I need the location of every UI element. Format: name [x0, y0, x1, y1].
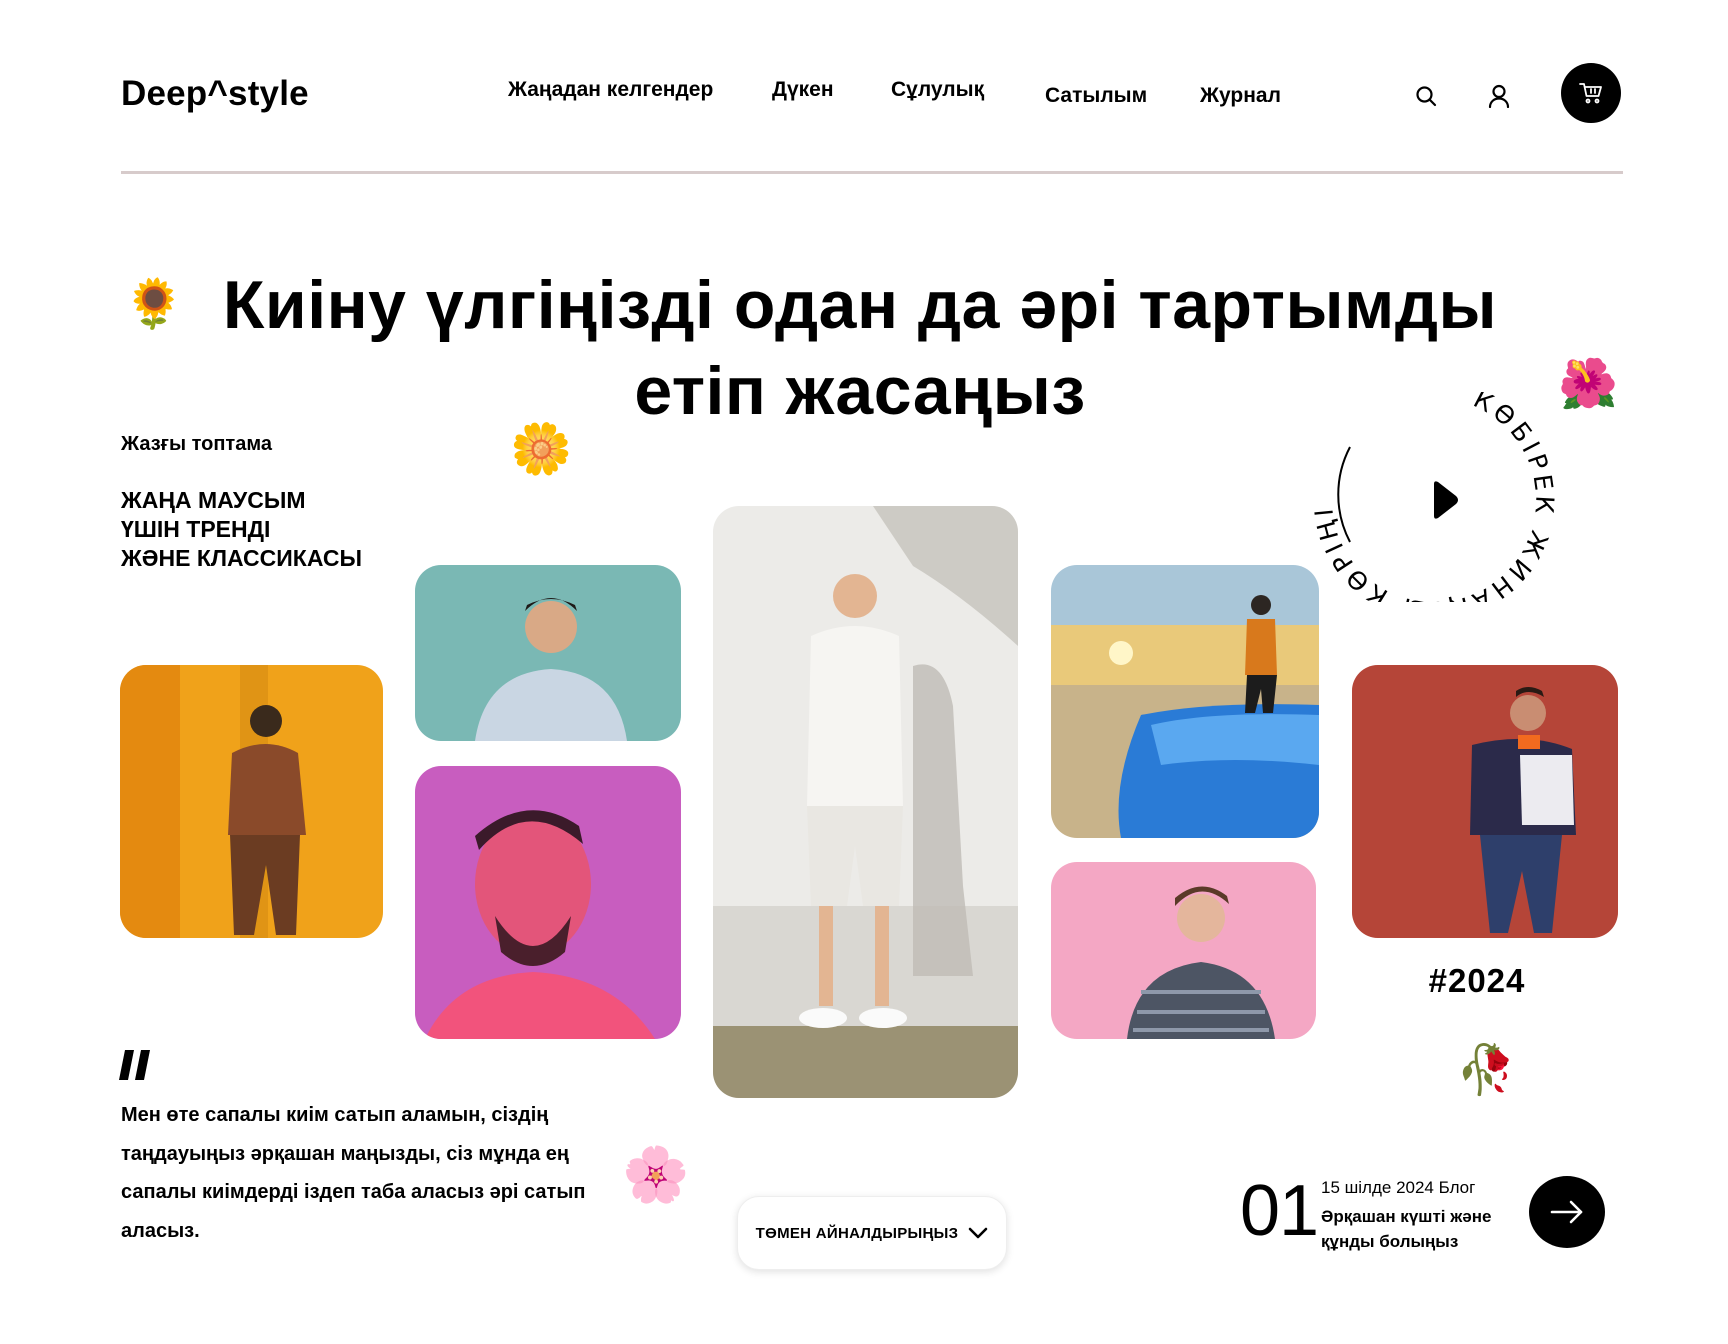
hibiscus-icon: 🌺: [1558, 356, 1618, 412]
headline-line-2: етіп жасаңыз: [634, 353, 1086, 429]
cart-button[interactable]: [1561, 63, 1621, 123]
play-icon[interactable]: [1434, 481, 1458, 519]
sunflower-icon: 🌻: [124, 276, 184, 332]
search-icon[interactable]: [1410, 80, 1442, 112]
blog-next-button[interactable]: [1529, 1176, 1605, 1248]
chevron-down-icon: [969, 1227, 988, 1239]
blog-date: 15 шілде 2024 Блог: [1321, 1178, 1476, 1197]
cherry-blossom-icon: 🌸: [622, 1143, 690, 1206]
year-hashtag: #2024: [1428, 962, 1526, 999]
photo-yellow-wall: [120, 665, 383, 938]
scroll-down-button[interactable]: ТӨМЕН АЙНАЛДЫРЫҢЫЗ: [737, 1196, 1007, 1270]
season-text: ЖАҢА МАУСЫМ ҮШІН ТРЕНДІ ЖӘНЕ КЛАССИКАСЫ: [121, 486, 461, 573]
blog-number: 01: [1240, 1171, 1319, 1251]
photo-center-white-wall: [713, 506, 1018, 1098]
scroll-down-label: ТӨМЕН АЙНАЛДЫРЫҢЫЗ: [755, 1224, 959, 1242]
header-divider: [121, 171, 1623, 174]
nav-shop[interactable]: Дүкен: [772, 78, 834, 102]
photo-pink-wall: [1051, 862, 1316, 1039]
nav-beauty[interactable]: Сұлулық: [891, 78, 984, 102]
quote-text: Мен өте сапалы киім сатып аламын, сіздің…: [121, 1104, 586, 1242]
quote-icon: [119, 1050, 151, 1085]
nav-journal[interactable]: Журнал: [1200, 84, 1281, 108]
photo-red-wall: [1352, 665, 1618, 938]
season-line: ҮШІН ТРЕНДІ: [121, 516, 271, 542]
nav-sale[interactable]: Сатылым: [1045, 84, 1147, 108]
user-icon[interactable]: [1483, 80, 1515, 112]
arrow-right-icon: [1550, 1200, 1583, 1224]
collection-label: Жазғы топтама: [121, 433, 272, 455]
season-line: ЖӘНЕ КЛАССИКАСЫ: [121, 545, 362, 571]
wilted-flower-icon: 🥀: [1456, 1042, 1516, 1098]
nav-new-arrivals[interactable]: Жаңадан келгендер: [508, 78, 713, 102]
blossom-icon: 🌼: [510, 420, 573, 478]
season-line: ЖАҢА МАУСЫМ: [121, 487, 306, 513]
photo-ice-sunset: [1051, 565, 1319, 838]
photo-magenta: [415, 766, 681, 1039]
headline-line-1: Киіну үлгіңізді одан да әрі тартымды: [222, 267, 1498, 343]
main-nav: Жаңадан келгендер Дүкен Сұлулық Сатылым …: [0, 78, 1728, 118]
blog-title[interactable]: Әрқашан күшті және құнды болыңыз: [1321, 1204, 1521, 1254]
photo-teal-wall: [415, 565, 681, 741]
view-more-collections-badge[interactable]: КӨБІРЕК ЖИНАҚТЫ КӨРІҢІЗ: [1300, 369, 1560, 625]
cart-icon: [1579, 83, 1602, 104]
